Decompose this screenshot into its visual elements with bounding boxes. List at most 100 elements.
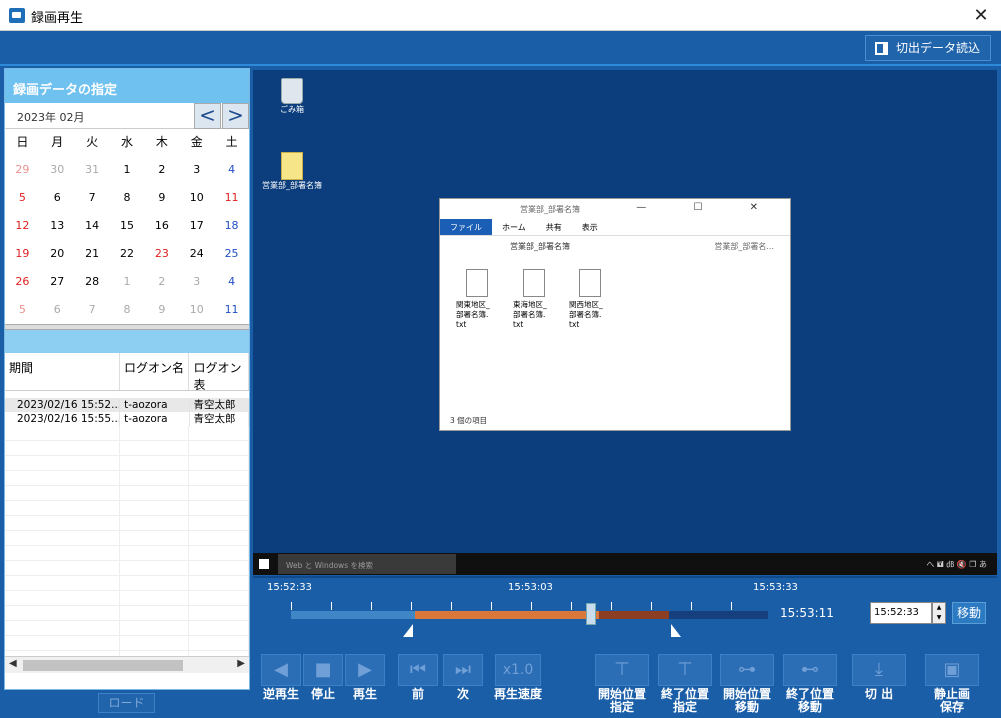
timeline-label-end: 15:53:33 <box>753 582 798 593</box>
calendar-day[interactable]: 11 <box>214 296 249 324</box>
prev-month-button[interactable]: < <box>194 103 221 129</box>
calendar-day[interactable]: 20 <box>40 240 75 268</box>
table-row[interactable]: 2023/02/16 15:55... t-aozora 青空太郎 <box>5 412 249 426</box>
scroll-right-icon[interactable]: ▶ <box>237 658 245 669</box>
calendar-day[interactable]: 26 <box>5 268 40 296</box>
selected-segment-tail <box>599 611 669 619</box>
calendar-day[interactable]: 22 <box>110 240 145 268</box>
windows-start-icon <box>259 559 269 569</box>
calendar-day[interactable]: 2 <box>144 156 179 184</box>
calendar-day[interactable]: 31 <box>75 156 110 184</box>
calendar-day[interactable]: 19 <box>5 240 40 268</box>
calendar-day[interactable]: 25 <box>214 240 249 268</box>
calendar-day[interactable]: 3 <box>179 268 214 296</box>
calendar-day[interactable]: 24 <box>179 240 214 268</box>
skip-forward-icon: ⏭ <box>454 659 472 680</box>
close-button[interactable]: ✕ <box>961 0 1001 31</box>
play-button[interactable]: ▶ <box>345 654 385 686</box>
timeline-track[interactable] <box>291 611 768 619</box>
set-start-icon: ⊤ <box>614 659 630 680</box>
set-start-button[interactable]: ⊤ <box>595 654 649 686</box>
explorer-file: 東海地区_ 部署名簿. txt <box>513 269 561 330</box>
calendar-day[interactable]: 5 <box>5 184 40 212</box>
next-button[interactable]: ⏭ <box>443 654 483 686</box>
book-icon <box>875 42 888 55</box>
calendar-day[interactable]: 10 <box>179 184 214 212</box>
calendar-day[interactable]: 6 <box>40 184 75 212</box>
calendar-day[interactable]: 12 <box>5 212 40 240</box>
goto-start-button[interactable]: ⊶ <box>720 654 774 686</box>
move-button[interactable]: 移動 <box>952 602 986 624</box>
horizontal-scrollbar[interactable]: ◀ ▶ <box>5 656 249 673</box>
calendar-day[interactable]: 13 <box>40 212 75 240</box>
next-month-button[interactable]: > <box>222 103 249 129</box>
calendar-day[interactable]: 29 <box>5 156 40 184</box>
cut-button[interactable]: ⤓ <box>852 654 906 686</box>
explorer-file: 関東地区_ 部署名簿. txt <box>456 269 504 330</box>
speed-button[interactable]: x1.0 <box>495 654 541 686</box>
time-spinner[interactable]: ▲ ▼ <box>932 602 946 624</box>
cut-label: 切 出 <box>864 687 894 701</box>
weekday-sat: 土 <box>225 135 238 149</box>
ribbon-tab-file: ファイル <box>440 219 492 235</box>
play-icon: ▶ <box>358 659 372 680</box>
calendar-footer-strip <box>5 329 249 353</box>
calendar-day[interactable]: 16 <box>144 212 179 240</box>
calendar-day[interactable]: 4 <box>214 156 249 184</box>
calendar-day[interactable]: 1 <box>110 268 145 296</box>
column-logon-name[interactable]: ログオン名 <box>120 353 190 390</box>
calendar-day[interactable]: 18 <box>214 212 249 240</box>
timeline-tick <box>531 602 532 610</box>
file-name-line: txt <box>456 320 467 329</box>
calendar-day[interactable]: 11 <box>214 184 249 212</box>
calendar-day[interactable]: 4 <box>214 268 249 296</box>
scroll-left-icon[interactable]: ◀ <box>9 658 17 669</box>
calendar-day[interactable]: 8 <box>110 296 145 324</box>
calendar-day[interactable]: 6 <box>40 296 75 324</box>
file-name-line: 関東地区_ <box>456 300 490 309</box>
scrollbar-thumb[interactable] <box>23 660 183 671</box>
calendar-day[interactable]: 8 <box>110 184 145 212</box>
reverse-play-button[interactable]: ◀ <box>261 654 301 686</box>
calendar-day[interactable]: 17 <box>179 212 214 240</box>
load-button[interactable]: ロード <box>98 693 155 713</box>
calendar-day[interactable]: 3 <box>179 156 214 184</box>
title-bar: 録画再生 ✕ <box>0 0 1001 31</box>
calendar-day[interactable]: 15 <box>110 212 145 240</box>
load-cut-data-button[interactable]: 切出データ読込 <box>865 35 991 61</box>
calendar-day[interactable]: 10 <box>179 296 214 324</box>
calendar-day[interactable]: 27 <box>40 268 75 296</box>
calendar-day[interactable]: 21 <box>75 240 110 268</box>
goto-end-button[interactable]: ⊷ <box>783 654 837 686</box>
calendar-day[interactable]: 1 <box>110 156 145 184</box>
save-still-button[interactable]: ▣ <box>925 654 979 686</box>
calendar-day[interactable]: 5 <box>5 296 40 324</box>
recording-viewer: ごみ箱 営業部_部署名簿 営業部_部署名簿 — ☐ ✕ ファイル ホーム 共有 … <box>253 70 997 575</box>
calendar-day[interactable]: 7 <box>75 184 110 212</box>
column-logon-display[interactable]: ログオン表 <box>189 353 249 392</box>
playhead-handle[interactable] <box>586 603 596 625</box>
timeline-tick <box>491 602 492 610</box>
calendar-day[interactable]: 23 <box>144 240 179 268</box>
top-toolbar: 切出データ読込 <box>0 32 1001 66</box>
prev-button[interactable]: ⏮ <box>398 654 438 686</box>
stop-button[interactable]: ■ <box>303 654 343 686</box>
end-marker[interactable] <box>671 624 681 637</box>
calendar-day[interactable]: 30 <box>40 156 75 184</box>
time-input[interactable]: 15:52:33 <box>870 602 932 624</box>
calendar-day[interactable]: 28 <box>75 268 110 296</box>
set-end-button[interactable]: ⊤ <box>658 654 712 686</box>
calendar-day[interactable]: 9 <box>144 296 179 324</box>
calendar-day[interactable]: 14 <box>75 212 110 240</box>
taskbar-search: Web と Windows を検索 <box>278 554 456 574</box>
cut-icon: ⤓ <box>875 659 883 680</box>
goto-start-icon: ⊶ <box>738 659 756 680</box>
start-marker[interactable] <box>403 624 413 637</box>
calendar-day[interactable]: 9 <box>144 184 179 212</box>
table-row[interactable]: 2023/02/16 15:52... t-aozora 青空太郎 <box>5 398 249 412</box>
calendar-day[interactable]: 2 <box>144 268 179 296</box>
recycle-bin-icon <box>281 78 303 104</box>
timeline-tick <box>291 602 292 610</box>
calendar-day[interactable]: 7 <box>75 296 110 324</box>
column-period[interactable]: 期間 <box>5 353 121 390</box>
